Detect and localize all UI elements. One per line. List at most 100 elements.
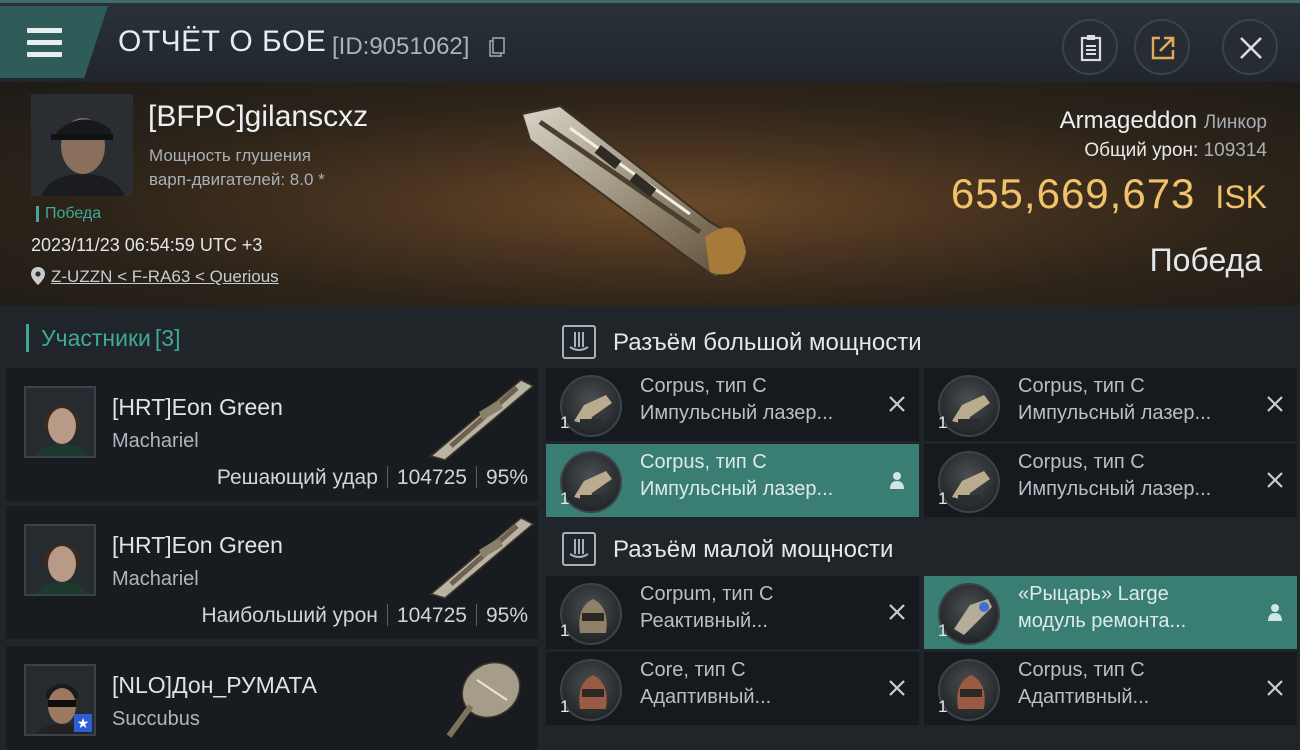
total-damage-label: Общий урон: <box>1084 140 1199 161</box>
victim-ship-name[interactable]: Armageddon Линкор <box>1060 107 1267 135</box>
ship-class: Линкор <box>1203 112 1267 133</box>
participant-ship-image <box>446 661 521 738</box>
module-name: Corpus, тип C <box>1018 375 1145 397</box>
clipboard-button[interactable] <box>1062 19 1118 75</box>
location-link[interactable]: Z-UZZN < F-RA63 < Querious <box>31 267 279 287</box>
remove-x-icon[interactable] <box>887 602 907 622</box>
module-slot[interactable]: 1 Core, тип C Адаптивный... <box>546 652 919 725</box>
participants-label: Участники <box>41 325 151 351</box>
kill-datetime: 2023/11/23 06:54:59 UTC +3 <box>31 235 263 255</box>
module-slot[interactable]: 1 «Рыцарь» Large модуль ремонта... <box>924 576 1297 649</box>
module-qty: 1 <box>938 413 948 432</box>
divider <box>386 604 388 626</box>
participant-card[interactable]: [HRT]Eon Green Machariel Решающий удар 10… <box>6 368 538 501</box>
module-type: Импульсный лазер... <box>1018 478 1212 500</box>
remove-x-icon[interactable] <box>1265 678 1285 698</box>
module-qty: 1 <box>938 697 948 716</box>
share-icon <box>1151 36 1175 60</box>
page-title: ОТЧЁТ О БОЕ <box>118 25 327 58</box>
warp-scramble-stat: Мощность глушения варп-двигателей: 8.0 * <box>149 144 325 192</box>
top-bar: ОТЧЁТ О БОЕ [ID:9051062] <box>0 0 1300 82</box>
module-slot[interactable]: 1 Corpus, тип C Импульсный лазер... <box>546 444 919 517</box>
share-button[interactable] <box>1134 19 1190 75</box>
menu-bar <box>27 40 62 45</box>
participant-name: [NLO]Дон_РУМАТА <box>112 672 317 698</box>
remove-x-icon[interactable] <box>1265 470 1285 490</box>
low-slots-header: Разъём малой мощности <box>540 518 1300 580</box>
total-damage-value: 109314 <box>1203 140 1267 161</box>
participant-percent: 95% <box>485 604 528 627</box>
module-qty: 1 <box>560 413 570 432</box>
stat-line: Мощность глушения <box>149 146 311 165</box>
module-type: Адаптивный... <box>1018 686 1150 708</box>
participant-ship: Succubus <box>112 708 200 730</box>
module-slot[interactable]: 1 Corpus, тип C Импульсный лазер... <box>924 368 1297 441</box>
participant-avatar[interactable] <box>24 386 96 458</box>
module-type: модуль ремонта... <box>1018 610 1187 632</box>
isk-unit: ISK <box>1215 179 1267 215</box>
module-type: Импульсный лазер... <box>640 402 834 424</box>
module-name: Corpus, тип C <box>640 375 767 397</box>
module-qty: 1 <box>560 621 570 640</box>
module-type: Адаптивный... <box>640 686 772 708</box>
victim-name[interactable]: [BFPC]gilanscxz <box>148 100 368 134</box>
module-slot[interactable]: 1 Corpus, тип C Импульсный лазер... <box>924 444 1297 517</box>
module-slot[interactable]: 1 Corpus, тип C Адаптивный... <box>924 652 1297 725</box>
high-slots-header: Разъём большой мощности <box>540 311 1300 373</box>
participant-avatar[interactable]: ★ <box>24 664 96 736</box>
location-pin-icon <box>31 267 45 285</box>
remove-x-icon[interactable] <box>1265 394 1285 414</box>
victim-summary: [BFPC]gilanscxz Мощность глушения варп-д… <box>0 82 1300 306</box>
star-icon: ★ <box>74 714 92 732</box>
participant-ship-image <box>429 379 535 461</box>
remove-x-icon[interactable] <box>887 394 907 414</box>
divider <box>475 466 477 488</box>
participants-header: Участники [3] <box>26 324 180 352</box>
module-name: «Рыцарь» Large <box>1018 583 1169 605</box>
module-qty: 1 <box>560 489 570 508</box>
isk-value: 655,669,673 ISK <box>951 170 1267 218</box>
slot-icon <box>562 532 596 566</box>
result-badge: Победа <box>36 206 101 222</box>
participant-role: Решающий удар <box>216 466 378 489</box>
location-text: Z-UZZN < F-RA63 < Querious <box>51 267 279 286</box>
close-button[interactable] <box>1222 19 1278 75</box>
ship-name: Armageddon <box>1059 107 1198 134</box>
remove-x-icon[interactable] <box>887 678 907 698</box>
victim-avatar[interactable] <box>31 94 133 196</box>
person-icon[interactable] <box>1265 602 1285 622</box>
module-qty: 1 <box>560 697 570 716</box>
close-icon <box>1240 37 1262 59</box>
participant-stats: Решающий удар 104725 95% <box>217 466 528 490</box>
total-damage: Общий урон: 109314 <box>1084 140 1267 162</box>
participant-avatar[interactable] <box>24 524 96 596</box>
menu-bar <box>27 28 62 33</box>
hamburger-menu-icon[interactable] <box>0 6 108 78</box>
participant-name: [HRT]Eon Green <box>112 532 283 558</box>
victim-ship-image[interactable] <box>500 92 770 292</box>
module-name: Corpus, тип C <box>640 451 767 473</box>
participants-count: [3] <box>154 325 181 351</box>
participant-damage: 104725 <box>396 604 467 627</box>
participant-percent: 95% <box>485 466 528 489</box>
slot-icon <box>562 325 596 359</box>
person-icon[interactable] <box>887 470 907 490</box>
copy-icon[interactable] <box>489 37 505 57</box>
participant-ship: Machariel <box>112 568 199 590</box>
participant-name: [HRT]Eon Green <box>112 394 283 420</box>
divider <box>475 604 477 626</box>
participant-card[interactable]: [HRT]Eon Green Machariel Наибольший урон… <box>6 506 538 639</box>
module-type: Импульсный лазер... <box>640 478 834 500</box>
outcome-label: Победа <box>1149 242 1262 278</box>
section-title: Разъём большой мощности <box>613 329 922 356</box>
module-qty: 1 <box>938 489 948 508</box>
module-type: Импульсный лазер... <box>1018 402 1212 424</box>
participant-role: Наибольший урон <box>201 604 378 627</box>
participant-damage: 104725 <box>396 466 467 489</box>
participant-card[interactable]: ★ [NLO]Дон_РУМАТА Succubus <box>6 646 538 750</box>
module-slot[interactable]: 1 Corpum, тип C Реактивный... <box>546 576 919 649</box>
clipboard-icon <box>1080 35 1102 62</box>
participants-panel: Участники [3] [HRT]Eon Green Machariel Ре… <box>0 306 540 750</box>
module-slot[interactable]: 1 Corpus, тип C Импульсный лазер... <box>546 368 919 441</box>
module-name: Core, тип C <box>640 659 746 681</box>
